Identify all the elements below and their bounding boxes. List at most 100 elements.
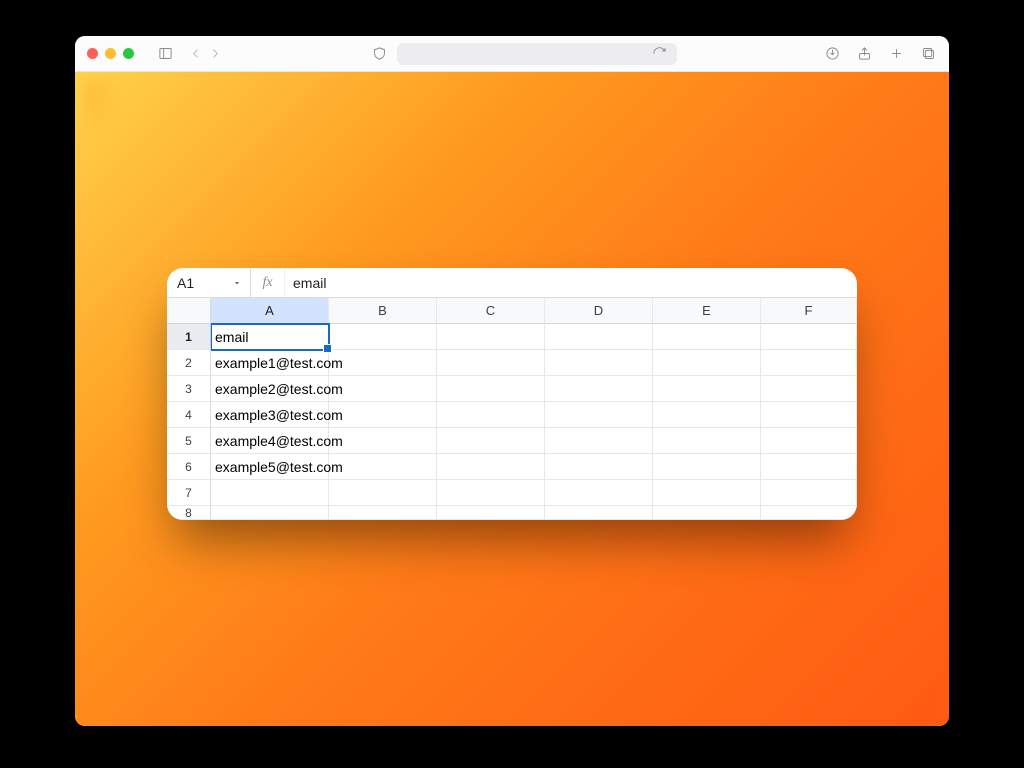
cell[interactable] bbox=[761, 428, 857, 454]
cell[interactable] bbox=[545, 324, 653, 350]
cell[interactable] bbox=[329, 428, 437, 454]
columns-area: A B C D E F email bbox=[211, 298, 857, 520]
cell[interactable] bbox=[761, 324, 857, 350]
address-bar[interactable] bbox=[397, 43, 677, 65]
cell[interactable] bbox=[653, 376, 761, 402]
cell[interactable]: example2@test.com bbox=[211, 376, 329, 402]
name-box[interactable]: A1 bbox=[167, 268, 251, 297]
cell[interactable] bbox=[761, 480, 857, 506]
cell[interactable] bbox=[437, 428, 545, 454]
row-header[interactable]: 5 bbox=[167, 428, 211, 454]
cell[interactable] bbox=[329, 480, 437, 506]
name-box-dropdown-icon[interactable] bbox=[232, 275, 242, 291]
window-close-button[interactable] bbox=[87, 48, 98, 59]
column-header[interactable]: A bbox=[211, 298, 329, 324]
cell[interactable] bbox=[329, 324, 437, 350]
cell[interactable] bbox=[545, 480, 653, 506]
row-header[interactable]: 6 bbox=[167, 454, 211, 480]
spreadsheet-card: A1 fx email 1 2 3 4 5 6 bbox=[167, 268, 857, 520]
cell[interactable] bbox=[653, 324, 761, 350]
cell[interactable] bbox=[437, 480, 545, 506]
row-header[interactable]: 4 bbox=[167, 402, 211, 428]
cell[interactable] bbox=[437, 324, 545, 350]
select-all-corner[interactable] bbox=[167, 298, 211, 324]
cell[interactable] bbox=[653, 480, 761, 506]
row-header[interactable]: 1 bbox=[167, 324, 211, 350]
cell[interactable] bbox=[653, 454, 761, 480]
table-row bbox=[211, 480, 857, 506]
column-header[interactable]: D bbox=[545, 298, 653, 324]
cell[interactable] bbox=[653, 350, 761, 376]
cell[interactable] bbox=[545, 428, 653, 454]
new-tab-icon[interactable] bbox=[887, 45, 905, 63]
cell[interactable] bbox=[329, 506, 437, 520]
cell[interactable] bbox=[437, 454, 545, 480]
fx-label: fx bbox=[251, 268, 285, 297]
formula-bar-row: A1 fx email bbox=[167, 268, 857, 298]
cell[interactable] bbox=[545, 376, 653, 402]
cell[interactable] bbox=[437, 402, 545, 428]
cell[interactable] bbox=[545, 454, 653, 480]
cell[interactable]: example1@test.com bbox=[211, 350, 329, 376]
cell[interactable] bbox=[437, 376, 545, 402]
row-header[interactable]: 2 bbox=[167, 350, 211, 376]
cell[interactable] bbox=[545, 506, 653, 520]
row-header[interactable]: 8 bbox=[167, 506, 211, 520]
privacy-shield-icon[interactable] bbox=[371, 45, 389, 63]
toolbar-right bbox=[823, 45, 937, 63]
reload-icon[interactable] bbox=[651, 45, 669, 63]
cell[interactable] bbox=[761, 506, 857, 520]
cell-value: email bbox=[215, 329, 248, 345]
downloads-icon[interactable] bbox=[823, 45, 841, 63]
address-bar-wrap bbox=[260, 43, 787, 65]
decorative-blur bbox=[83, 80, 123, 140]
cell[interactable] bbox=[545, 350, 653, 376]
page-content: A1 fx email 1 2 3 4 5 6 bbox=[75, 72, 949, 726]
spreadsheet-grid: 1 2 3 4 5 6 7 8 A B C D E F bbox=[167, 298, 857, 520]
row-header[interactable]: 7 bbox=[167, 480, 211, 506]
column-header[interactable]: E bbox=[653, 298, 761, 324]
window-minimize-button[interactable] bbox=[105, 48, 116, 59]
cell[interactable]: example3@test.com bbox=[211, 402, 329, 428]
cell[interactable] bbox=[653, 428, 761, 454]
column-headers: A B C D E F bbox=[211, 298, 857, 324]
share-icon[interactable] bbox=[855, 45, 873, 63]
back-button[interactable] bbox=[186, 45, 204, 63]
cell[interactable] bbox=[761, 402, 857, 428]
cell[interactable] bbox=[437, 350, 545, 376]
cell[interactable]: email bbox=[211, 324, 329, 350]
data-rows: email example1@test.com bbox=[211, 324, 857, 520]
formula-input[interactable]: email bbox=[285, 268, 857, 297]
name-box-value: A1 bbox=[177, 275, 194, 291]
cell[interactable]: example4@test.com bbox=[211, 428, 329, 454]
browser-titlebar bbox=[75, 36, 949, 72]
column-header[interactable]: C bbox=[437, 298, 545, 324]
column-header[interactable]: B bbox=[329, 298, 437, 324]
forward-button[interactable] bbox=[206, 45, 224, 63]
cell[interactable] bbox=[653, 506, 761, 520]
sidebar-toggle-icon[interactable] bbox=[156, 45, 174, 63]
nav-buttons bbox=[186, 45, 224, 63]
cell[interactable] bbox=[761, 350, 857, 376]
cell[interactable] bbox=[329, 454, 437, 480]
cell[interactable] bbox=[211, 480, 329, 506]
cell[interactable] bbox=[211, 506, 329, 520]
table-row: example2@test.com bbox=[211, 376, 857, 402]
cell[interactable] bbox=[437, 506, 545, 520]
row-header[interactable]: 3 bbox=[167, 376, 211, 402]
cell[interactable] bbox=[761, 454, 857, 480]
cell[interactable]: example5@test.com bbox=[211, 454, 329, 480]
table-row: example3@test.com bbox=[211, 402, 857, 428]
tabs-overview-icon[interactable] bbox=[919, 45, 937, 63]
table-row: email bbox=[211, 324, 857, 350]
cell[interactable] bbox=[653, 402, 761, 428]
cell[interactable] bbox=[329, 350, 437, 376]
cell[interactable] bbox=[329, 376, 437, 402]
browser-window: A1 fx email 1 2 3 4 5 6 bbox=[75, 36, 949, 726]
cell[interactable] bbox=[545, 402, 653, 428]
cell[interactable] bbox=[329, 402, 437, 428]
table-row: example5@test.com bbox=[211, 454, 857, 480]
cell[interactable] bbox=[761, 376, 857, 402]
window-maximize-button[interactable] bbox=[123, 48, 134, 59]
column-header[interactable]: F bbox=[761, 298, 857, 324]
